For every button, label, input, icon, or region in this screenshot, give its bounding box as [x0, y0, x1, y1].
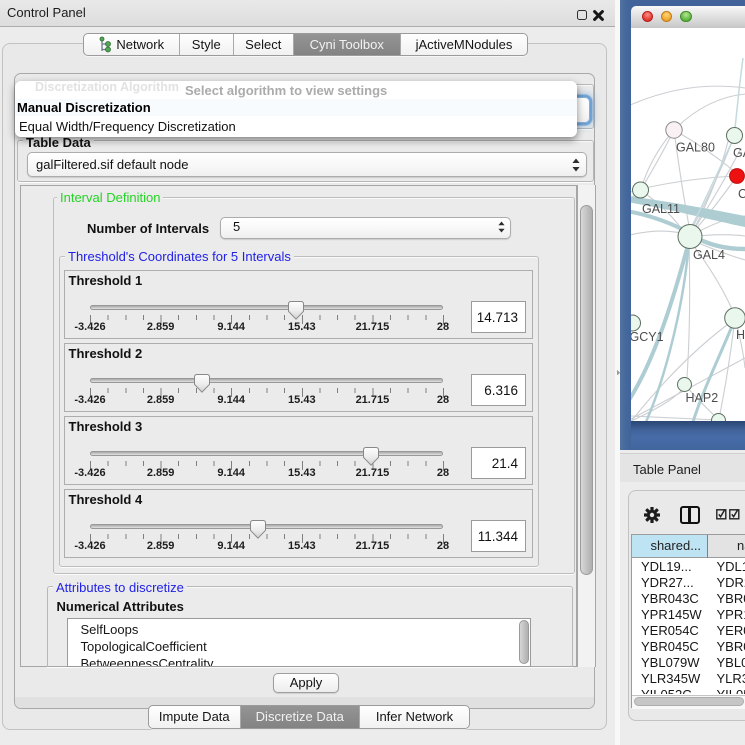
svg-text:HIS: HIS: [736, 328, 745, 342]
svg-text:GAL80: GAL80: [676, 141, 715, 155]
svg-text:GCY1: GCY1: [631, 330, 664, 344]
svg-text:GAL4: GAL4: [693, 248, 725, 262]
svg-text:GAL11: GAL11: [642, 202, 680, 216]
svg-text:HAP2: HAP2: [686, 391, 719, 405]
svg-text:GAL80: GAL80: [733, 146, 745, 160]
svg-text:CAL: CAL: [738, 187, 745, 201]
